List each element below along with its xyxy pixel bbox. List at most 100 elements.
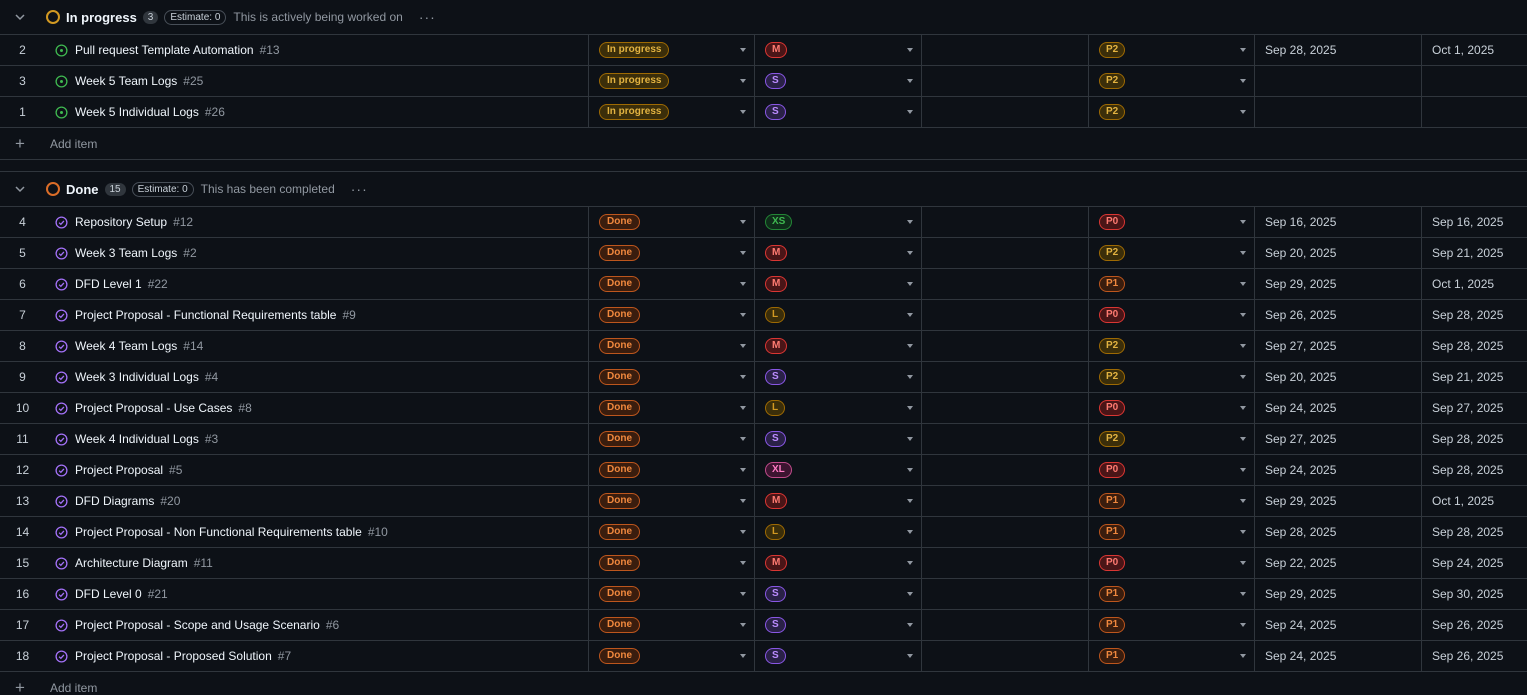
title-cell[interactable]: Week 3 Individual Logs #4 (45, 362, 589, 392)
end-date-cell[interactable]: Sep 27, 2025 (1422, 393, 1527, 423)
size-cell[interactable]: XL (755, 455, 922, 485)
end-date-cell[interactable]: Sep 26, 2025 (1422, 610, 1527, 640)
dropdown-caret-icon[interactable] (740, 592, 746, 596)
empty-field-cell[interactable] (922, 35, 1089, 65)
dropdown-caret-icon[interactable] (1240, 437, 1246, 441)
priority-cell[interactable]: P0 (1089, 548, 1255, 578)
start-date-cell[interactable]: Sep 26, 2025 (1255, 300, 1422, 330)
collapse-chevron-icon[interactable] (0, 11, 40, 23)
table-row[interactable]: 11 Week 4 Individual Logs #3 Done S P2 Sep 27,… (0, 424, 1527, 455)
size-cell[interactable]: M (755, 548, 922, 578)
group-more-options-button[interactable]: ··· (419, 9, 436, 25)
dropdown-caret-icon[interactable] (740, 437, 746, 441)
issue-title-link[interactable]: Week 4 Team Logs (75, 339, 177, 353)
size-cell[interactable]: M (755, 35, 922, 65)
priority-cell[interactable]: P0 (1089, 455, 1255, 485)
dropdown-caret-icon[interactable] (1240, 344, 1246, 348)
end-date-cell[interactable]: Sep 21, 2025 (1422, 238, 1527, 268)
empty-field-cell[interactable] (922, 641, 1089, 671)
empty-field-cell[interactable] (922, 517, 1089, 547)
dropdown-caret-icon[interactable] (907, 79, 913, 83)
status-cell[interactable]: Done (589, 362, 755, 392)
priority-cell[interactable]: P2 (1089, 424, 1255, 454)
status-cell[interactable]: Done (589, 486, 755, 516)
end-date-cell[interactable]: Sep 30, 2025 (1422, 579, 1527, 609)
table-row[interactable]: 8 Week 4 Team Logs #14 Done M P2 Sep 27, 2025 S… (0, 331, 1527, 362)
dropdown-caret-icon[interactable] (1240, 79, 1246, 83)
priority-cell[interactable]: P2 (1089, 97, 1255, 127)
start-date-cell[interactable]: Sep 20, 2025 (1255, 238, 1422, 268)
issue-title-link[interactable]: Week 4 Individual Logs (75, 432, 199, 446)
dropdown-caret-icon[interactable] (740, 282, 746, 286)
dropdown-caret-icon[interactable] (1240, 530, 1246, 534)
title-cell[interactable]: Week 4 Individual Logs #3 (45, 424, 589, 454)
status-cell[interactable]: In progress (589, 66, 755, 96)
priority-cell[interactable]: P2 (1089, 238, 1255, 268)
add-item-row[interactable]: + Add item (0, 672, 1527, 695)
title-cell[interactable]: DFD Diagrams #20 (45, 486, 589, 516)
issue-title-link[interactable]: DFD Level 0 (75, 587, 142, 601)
dropdown-caret-icon[interactable] (1240, 561, 1246, 565)
priority-cell[interactable]: P0 (1089, 393, 1255, 423)
dropdown-caret-icon[interactable] (907, 251, 913, 255)
dropdown-caret-icon[interactable] (907, 530, 913, 534)
dropdown-caret-icon[interactable] (1240, 406, 1246, 410)
dropdown-caret-icon[interactable] (740, 530, 746, 534)
priority-cell[interactable]: P1 (1089, 269, 1255, 299)
table-row[interactable]: 14 Project Proposal - Non Functional Requ… (0, 517, 1527, 548)
start-date-cell[interactable] (1255, 97, 1422, 127)
end-date-cell[interactable]: Sep 26, 2025 (1422, 641, 1527, 671)
end-date-cell[interactable]: Sep 28, 2025 (1422, 517, 1527, 547)
title-cell[interactable]: DFD Level 1 #22 (45, 269, 589, 299)
title-cell[interactable]: DFD Level 0 #21 (45, 579, 589, 609)
status-cell[interactable]: Done (589, 207, 755, 237)
start-date-cell[interactable]: Sep 24, 2025 (1255, 641, 1422, 671)
status-cell[interactable]: Done (589, 548, 755, 578)
empty-field-cell[interactable] (922, 486, 1089, 516)
priority-cell[interactable]: P2 (1089, 362, 1255, 392)
status-cell[interactable]: Done (589, 455, 755, 485)
issue-title-link[interactable]: Project Proposal - Proposed Solution (75, 649, 272, 663)
issue-title-link[interactable]: DFD Level 1 (75, 277, 142, 291)
end-date-cell[interactable]: Sep 16, 2025 (1422, 207, 1527, 237)
priority-cell[interactable]: P2 (1089, 66, 1255, 96)
start-date-cell[interactable]: Sep 29, 2025 (1255, 269, 1422, 299)
issue-title-link[interactable]: Project Proposal - Use Cases (75, 401, 232, 415)
table-row[interactable]: 3 Week 5 Team Logs #25 In progress S P2 (0, 66, 1527, 97)
end-date-cell[interactable]: Sep 28, 2025 (1422, 300, 1527, 330)
end-date-cell[interactable]: Sep 28, 2025 (1422, 331, 1527, 361)
table-row[interactable]: 17 Project Proposal - Scope and Usage Sce… (0, 610, 1527, 641)
dropdown-caret-icon[interactable] (1240, 220, 1246, 224)
size-cell[interactable]: S (755, 610, 922, 640)
start-date-cell[interactable]: Sep 24, 2025 (1255, 393, 1422, 423)
dropdown-caret-icon[interactable] (1240, 468, 1246, 472)
status-cell[interactable]: Done (589, 641, 755, 671)
dropdown-caret-icon[interactable] (1240, 499, 1246, 503)
table-row[interactable]: 2 Pull request Template Automation #13 In p… (0, 35, 1527, 66)
empty-field-cell[interactable] (922, 424, 1089, 454)
dropdown-caret-icon[interactable] (907, 110, 913, 114)
end-date-cell[interactable]: Sep 24, 2025 (1422, 548, 1527, 578)
dropdown-caret-icon[interactable] (1240, 592, 1246, 596)
dropdown-caret-icon[interactable] (740, 623, 746, 627)
start-date-cell[interactable] (1255, 66, 1422, 96)
start-date-cell[interactable]: Sep 29, 2025 (1255, 486, 1422, 516)
start-date-cell[interactable]: Sep 24, 2025 (1255, 610, 1422, 640)
empty-field-cell[interactable] (922, 455, 1089, 485)
size-cell[interactable]: M (755, 269, 922, 299)
dropdown-caret-icon[interactable] (907, 499, 913, 503)
issue-title-link[interactable]: Project Proposal - Scope and Usage Scena… (75, 618, 320, 632)
size-cell[interactable]: S (755, 641, 922, 671)
end-date-cell[interactable]: Sep 28, 2025 (1422, 424, 1527, 454)
table-row[interactable]: 6 DFD Level 1 #22 Done M P1 Sep 29, 2025 Oct 1,… (0, 269, 1527, 300)
start-date-cell[interactable]: Sep 27, 2025 (1255, 424, 1422, 454)
priority-cell[interactable]: P1 (1089, 579, 1255, 609)
issue-title-link[interactable]: Project Proposal (75, 463, 163, 477)
status-cell[interactable]: In progress (589, 97, 755, 127)
status-cell[interactable]: Done (589, 393, 755, 423)
title-cell[interactable]: Project Proposal - Non Functional Requir… (45, 517, 589, 547)
dropdown-caret-icon[interactable] (907, 561, 913, 565)
issue-title-link[interactable]: Project Proposal - Non Functional Requir… (75, 525, 362, 539)
size-cell[interactable]: L (755, 517, 922, 547)
start-date-cell[interactable]: Sep 20, 2025 (1255, 362, 1422, 392)
